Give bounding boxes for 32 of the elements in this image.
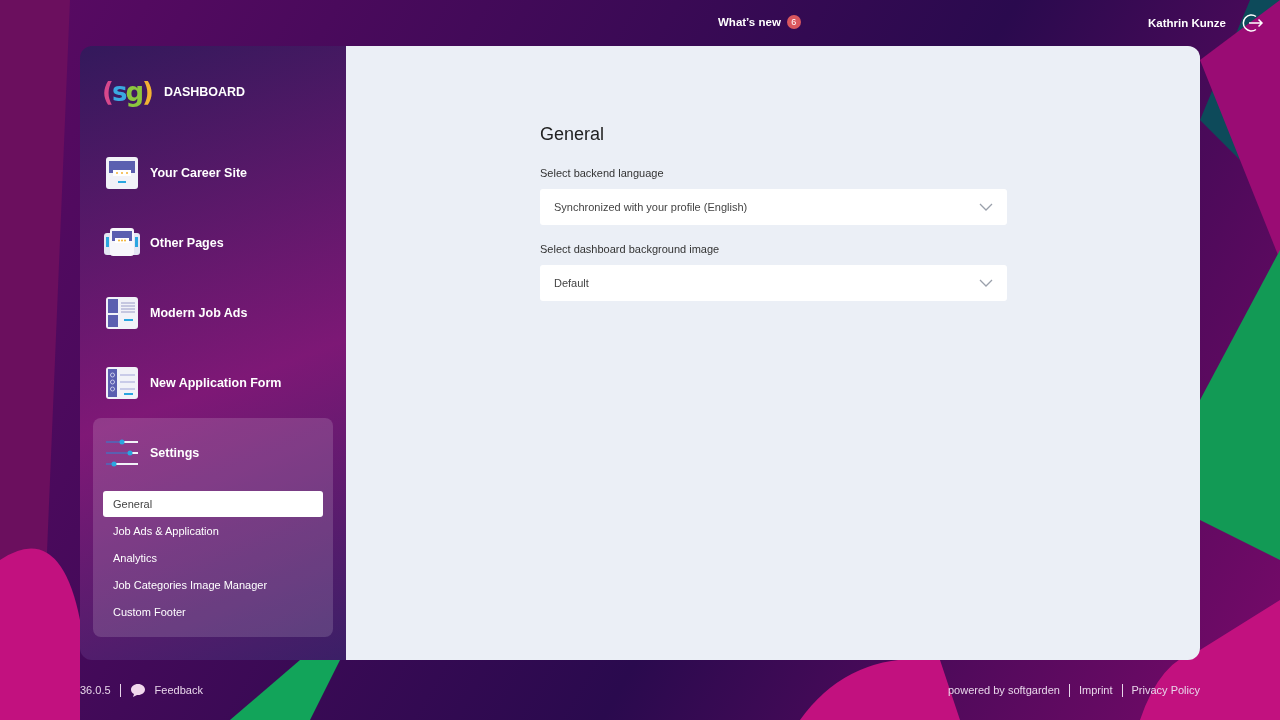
browser-window-icon xyxy=(104,155,140,191)
settings-subitem[interactable]: Custom Footer xyxy=(103,599,323,625)
settings-subitem[interactable]: Job Ads & Application xyxy=(103,518,323,544)
feedback-link[interactable]: Feedback xyxy=(154,684,203,696)
footer-link[interactable]: Privacy Policy xyxy=(1131,684,1200,696)
logo: (sg) xyxy=(102,77,152,107)
dropdown-field[interactable]: Default xyxy=(540,265,1007,301)
user-name: Kathrin Kunze xyxy=(1148,17,1226,29)
field-label: Select backend language xyxy=(540,167,665,179)
form-list-icon xyxy=(104,365,140,401)
nav-item[interactable]: Modern Job Ads xyxy=(93,278,333,348)
version-number: 36.0.5 xyxy=(80,684,111,696)
dropdown-field[interactable]: Synchronized with your profile (English) xyxy=(540,189,1007,225)
nav-item[interactable]: Settings xyxy=(93,418,333,488)
logout-icon[interactable] xyxy=(1242,12,1264,34)
settings-subitem[interactable]: Job Categories Image Manager xyxy=(103,572,323,598)
footer-link[interactable]: powered by softgarden xyxy=(948,684,1060,696)
document-layout-icon xyxy=(104,295,140,331)
whats-new-link[interactable]: What’s new xyxy=(718,16,781,28)
dashboard-title: DASHBOARD xyxy=(163,85,246,99)
notification-badge: 6 xyxy=(786,15,801,29)
nav-item[interactable]: Other Pages xyxy=(93,208,333,278)
chevron-down-icon xyxy=(979,279,993,287)
settings-subitem[interactable]: Analytics xyxy=(103,545,323,571)
settings-subitem[interactable]: General xyxy=(103,491,323,517)
field-label: Select dashboard background image xyxy=(540,243,721,255)
nav-item[interactable]: Your Career Site xyxy=(93,138,333,208)
footer-link[interactable]: Imprint xyxy=(1078,684,1113,696)
page-title: General xyxy=(540,124,606,145)
speech-bubble-icon xyxy=(129,682,146,698)
chevron-down-icon xyxy=(979,203,993,211)
nav-item[interactable]: New Application Form xyxy=(93,348,333,418)
